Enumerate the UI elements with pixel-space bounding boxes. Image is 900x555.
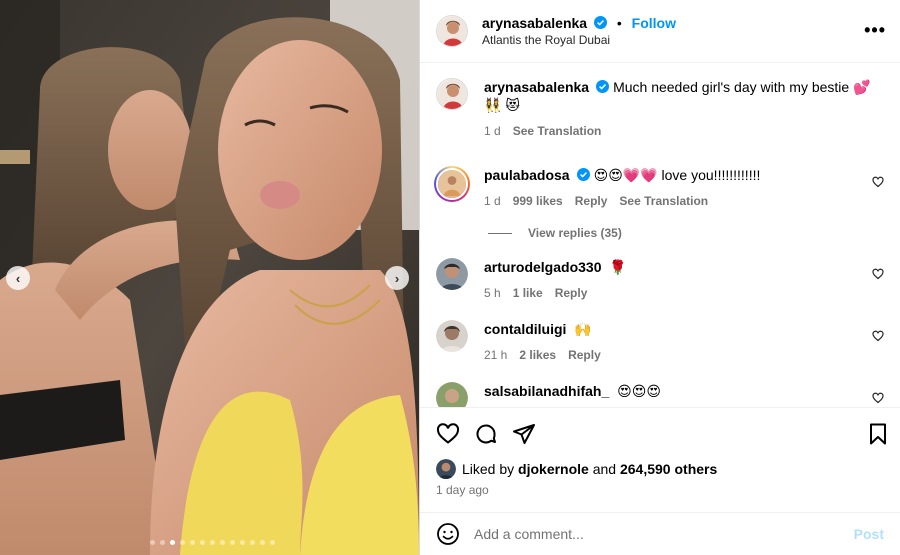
liker-username[interactable]: djokernole [518, 461, 589, 477]
save-bookmark-icon[interactable] [866, 422, 890, 446]
post-sidebar: arynasabalenka • Follow Atlantis the Roy… [419, 0, 900, 555]
carousel-indicator [150, 540, 275, 545]
share-send-icon[interactable] [512, 422, 536, 446]
carousel-dot [220, 540, 225, 545]
carousel-dot [250, 540, 255, 545]
commenter-avatar[interactable] [436, 258, 468, 290]
comment-bubble-icon[interactable] [474, 422, 498, 446]
likes-summary: Liked by djokernole and 264,590 others [436, 459, 884, 479]
commenter-avatar[interactable] [434, 166, 470, 202]
view-replies-button[interactable]: View replies (35) [488, 226, 884, 240]
carousel-dot [240, 540, 245, 545]
comment-meta: 5 h 1 like Reply [484, 286, 860, 300]
emoji-icon[interactable] [436, 522, 460, 546]
comment-username[interactable]: paulabadosa [484, 167, 570, 183]
replies-divider [488, 232, 512, 234]
comment-time[interactable]: 21 h [484, 348, 507, 362]
comment-username[interactable]: salsabilanadhifah_ [484, 383, 609, 399]
likes-count[interactable]: 264,590 others [620, 461, 717, 477]
commenter-avatar[interactable] [436, 382, 468, 407]
separator-dot: • [616, 15, 622, 31]
carousel-dot [150, 540, 155, 545]
post-location[interactable]: Atlantis the Royal Dubai [482, 33, 676, 47]
author-username[interactable]: arynasabalenka [482, 15, 587, 31]
comment-meta: 21 h 2 likes Reply [484, 348, 860, 362]
comment-text: 😍😍💗💗 love you!!!!!!!!!!!! [593, 167, 761, 183]
reply-button[interactable]: Reply [575, 194, 608, 208]
liked-by-and: and [592, 461, 617, 477]
carousel-dot [200, 540, 205, 545]
comment-time[interactable]: 5 h [484, 286, 501, 300]
add-comment-bar: Post [420, 512, 900, 555]
post-comment-button[interactable]: Post [854, 526, 884, 542]
like-comment-icon[interactable] [872, 176, 884, 188]
post-actions [420, 407, 900, 459]
carousel-dot [230, 540, 235, 545]
verified-badge-icon [593, 16, 607, 29]
like-comment-icon[interactable] [872, 268, 884, 280]
post-time[interactable]: 1 day ago [436, 483, 489, 497]
caption-meta: 1 d See Translation [484, 124, 884, 138]
comment-item: contaldiluigi 🙌 21 h 2 likes Reply [436, 320, 884, 362]
see-translation-button[interactable]: See Translation [513, 124, 602, 138]
caption-avatar[interactable] [436, 78, 468, 110]
comment-text: 😍😍😍 [617, 383, 661, 399]
comment-item: paulabadosa 😍😍💗💗 love you!!!!!!!!!!!! 1 d… [434, 166, 884, 208]
liked-by-prefix: Liked by [462, 461, 515, 477]
verified-badge-icon [596, 80, 610, 93]
carousel-dot [270, 540, 275, 545]
comment-item: salsabilanadhifah_ 😍😍😍 [436, 382, 884, 407]
comments-list[interactable]: arynasabalenka Much needed girl's day wit… [420, 64, 900, 407]
comment-username[interactable]: contaldiluigi [484, 321, 566, 337]
author-info: arynasabalenka • Follow Atlantis the Roy… [482, 15, 676, 47]
comment-likes[interactable]: 2 likes [519, 348, 556, 362]
verified-badge-icon [576, 168, 590, 181]
carousel-dot [160, 540, 165, 545]
comment-meta: 1 d 999 likes Reply See Translation [484, 194, 860, 208]
see-translation-button[interactable]: See Translation [619, 194, 708, 208]
commenter-avatar[interactable] [436, 320, 468, 352]
comment-time[interactable]: 1 d [484, 194, 501, 208]
carousel-dot [180, 540, 185, 545]
carousel-dot [260, 540, 265, 545]
reply-button[interactable]: Reply [568, 348, 601, 362]
author-avatar[interactable] [436, 15, 468, 47]
caption-time[interactable]: 1 d [484, 124, 501, 138]
comment-text: 🙌 [574, 321, 592, 337]
more-options-icon[interactable]: ••• [864, 20, 886, 41]
reply-button[interactable]: Reply [555, 286, 588, 300]
comment-likes[interactable]: 999 likes [513, 194, 563, 208]
like-heart-icon[interactable] [436, 422, 460, 446]
like-comment-icon[interactable] [872, 392, 884, 404]
carousel-dot [210, 540, 215, 545]
carousel-dot [190, 540, 195, 545]
follow-button[interactable]: Follow [632, 15, 676, 31]
post-photo [0, 0, 419, 555]
comment-input[interactable] [474, 526, 846, 542]
view-replies-label: View replies (35) [528, 226, 622, 240]
caption-username[interactable]: arynasabalenka [484, 79, 589, 95]
comment-likes[interactable]: 1 like [513, 286, 543, 300]
comment-text: 🌹 [609, 259, 627, 275]
comment-item: arturodelgado330 🌹 5 h 1 like Reply [436, 258, 884, 300]
liker-avatar[interactable] [436, 459, 456, 479]
like-comment-icon[interactable] [872, 330, 884, 342]
carousel-prev-button[interactable]: ‹ [6, 266, 30, 290]
comment-username[interactable]: arturodelgado330 [484, 259, 601, 275]
caption: arynasabalenka Much needed girl's day wit… [436, 78, 884, 138]
carousel-next-button[interactable]: › [385, 266, 409, 290]
carousel-dot [170, 540, 175, 545]
post-header: arynasabalenka • Follow Atlantis the Roy… [420, 0, 900, 63]
post-media[interactable]: ‹ › [0, 0, 419, 555]
